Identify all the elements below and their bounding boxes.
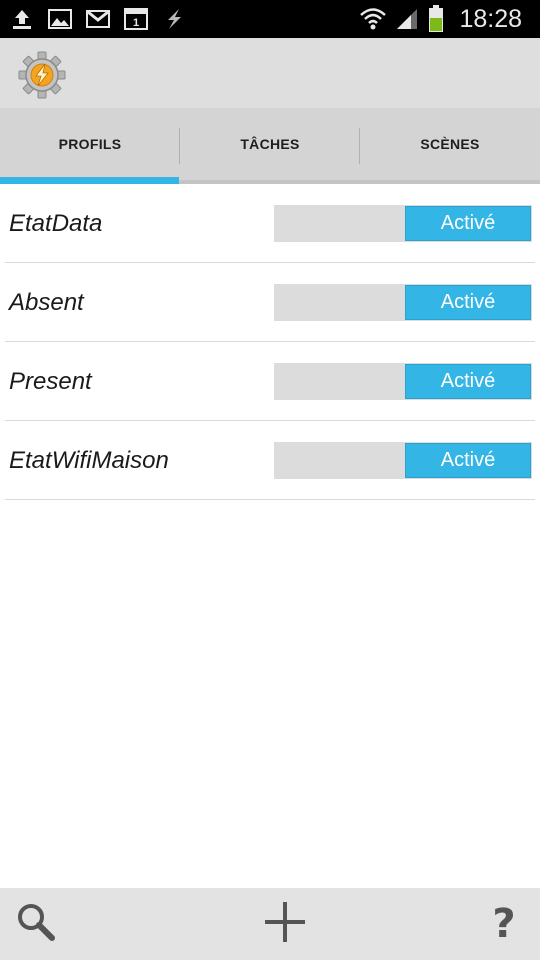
tab-scenes[interactable]: SCÈNES (360, 108, 540, 180)
add-button[interactable] (261, 900, 309, 948)
profile-toggle[interactable]: Activé (274, 284, 532, 321)
tab-label: TÂCHES (240, 136, 300, 152)
tasker-bolt-icon (162, 7, 186, 31)
list-item[interactable]: Absent Activé (5, 263, 535, 342)
tab-taches[interactable]: TÂCHES (180, 108, 360, 180)
upload-icon (10, 7, 34, 31)
notification-icons: 1 (10, 0, 186, 38)
search-icon (14, 900, 58, 949)
tab-profils[interactable]: PROFILS (0, 108, 180, 184)
gmail-icon (86, 7, 110, 31)
search-button[interactable] (12, 900, 60, 948)
add-icon (263, 900, 307, 949)
profile-name[interactable]: EtatData (9, 184, 102, 263)
toggle-on-thumb: Activé (405, 285, 531, 320)
help-icon: ? (492, 901, 516, 947)
selected-tab-indicator (0, 177, 179, 184)
list-item[interactable]: Present Activé (5, 342, 535, 421)
toggle-on-thumb: Activé (405, 443, 531, 478)
list-item[interactable]: EtatData Activé (5, 184, 535, 263)
signal-icon (395, 7, 419, 31)
profile-name[interactable]: EtatWifiMaison (9, 421, 169, 500)
list-item[interactable]: EtatWifiMaison Activé (5, 421, 535, 500)
tab-label: SCÈNES (420, 136, 480, 152)
battery-icon (427, 5, 445, 32)
image-icon (48, 7, 72, 31)
profile-toggle[interactable]: Activé (274, 205, 532, 242)
profile-list: EtatData Activé Absent Activé Present Ac… (0, 184, 540, 500)
tab-label: PROFILS (58, 136, 122, 152)
profile-name[interactable]: Absent (9, 263, 84, 342)
status-bar: 1 18:28 (0, 0, 540, 38)
tasker-gear-logo[interactable] (18, 51, 66, 99)
toggle-on-thumb: Activé (405, 364, 531, 399)
calendar-day: 1 (133, 17, 139, 29)
calendar-icon: 1 (124, 7, 148, 31)
wifi-icon (359, 7, 387, 31)
profile-toggle[interactable]: Activé (274, 363, 532, 400)
system-icons: 18:28 (359, 0, 522, 38)
help-button[interactable]: ? (480, 900, 528, 948)
toggle-on-thumb: Activé (405, 206, 531, 241)
profile-toggle[interactable]: Activé (274, 442, 532, 479)
profile-name[interactable]: Present (9, 342, 92, 421)
bottom-toolbar: ? (0, 888, 540, 960)
tab-bar: PROFILS TÂCHES SCÈNES (0, 108, 540, 184)
action-bar (0, 38, 540, 108)
clock: 18:28 (459, 4, 522, 33)
